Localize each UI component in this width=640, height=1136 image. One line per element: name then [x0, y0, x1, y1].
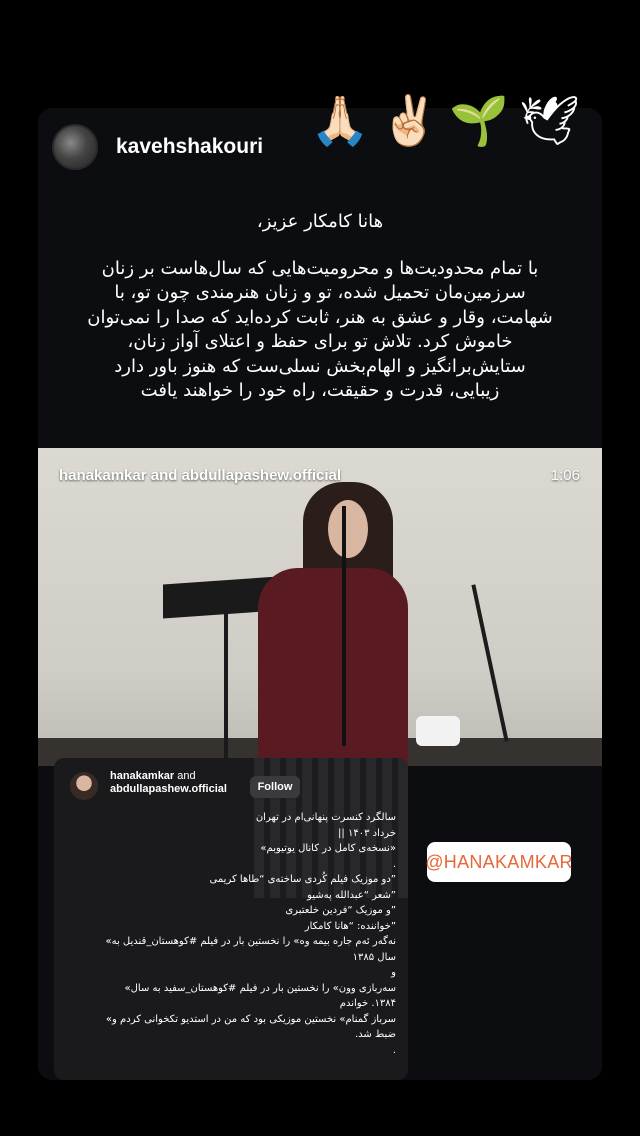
video-player[interactable] — [38, 448, 602, 766]
caption-greeting: هانا کامکار عزیز، — [256, 211, 384, 232]
emoji-sticker-row: 🙏🏻 ✌🏻 🌱 🕊 — [310, 86, 580, 156]
post-caption-line: ضبط شد. — [355, 1029, 396, 1040]
caption-line: با تمام محدودیت‌ها و محرومیت‌هایی که سال… — [101, 257, 539, 279]
post-caption-line: «نسخه‌ی کامل در کانال یوتیوبم» — [260, 843, 396, 854]
story-username[interactable]: kavehshakouri — [116, 135, 263, 159]
caption-line: ستایش‌برانگیز و الهام‌بخش نسلی‌ست که هنو… — [114, 355, 526, 377]
story-header: kavehshakouri — [52, 123, 263, 171]
singer-body — [258, 568, 408, 766]
post-user-primary: hanakamkar — [110, 770, 175, 782]
dove-emoji: 🕊 — [519, 93, 580, 149]
shared-post-card[interactable]: hanakamkar and abdullapashew.official Fo… — [54, 758, 408, 1080]
caption-line: شهامت، وقار و عشق به هنر، ثابت کرده‌اید … — [87, 306, 553, 328]
post-caption-line: سەربازی وون» را نخستین بار در فیلم #کوهس… — [124, 982, 396, 994]
microphone-stand — [342, 506, 346, 746]
post-user-and: and — [174, 770, 196, 782]
seedling-emoji: 🌱 — [449, 93, 510, 149]
mention-sticker[interactable]: @HANAKAMKAR — [425, 842, 573, 882]
post-caption-line: . — [392, 858, 396, 870]
post-caption: سالگرد کنسرت پنهانی‌ام در تهران خرداد ۱۴… — [66, 810, 396, 1058]
victory-hand-emoji: ✌🏻 — [379, 93, 440, 149]
post-usernames[interactable]: hanakamkar and abdullapashew.official — [110, 770, 250, 796]
post-caption-line: نەگەر ئەم جارە بیمە وە» را نخستین بار در… — [105, 936, 396, 947]
post-caption-line: ”دو موزیک فیلم کُردی ساخته‌ی “طاها کریمی — [209, 874, 396, 885]
video-usernames[interactable]: hanakamkar and abdullapashew.official — [59, 467, 341, 484]
post-caption-line: ۱۳۸۴. خواندم — [339, 998, 396, 1009]
music-stand-pole — [224, 608, 228, 758]
instrument-mic-stand — [471, 584, 509, 742]
tissue-box — [416, 716, 460, 746]
post-caption-line: و — [391, 967, 396, 978]
singer-face — [328, 500, 368, 558]
folded-hands-emoji: 🙏🏻 — [310, 93, 370, 149]
post-caption-line: ”و موزیک “فردین خلعتبری — [285, 905, 396, 916]
avatar[interactable] — [52, 124, 98, 170]
story-caption: هانا کامکار عزیز، با تمام محدودیت‌ها و م… — [60, 210, 580, 404]
caption-line: زیبایی، قدرت و حقیقت، راه خود را خواهند … — [140, 380, 500, 401]
post-caption-line: ”خواننده: “هانا کامکار — [304, 920, 396, 932]
post-caption-line: سرباز گمنام» نخستین موزیکی بود که من در … — [105, 1013, 396, 1025]
post-caption-line: ”شعر “عبدالله پەشیو — [307, 889, 396, 901]
post-caption-line: خرداد ۱۴۰۳ || — [338, 827, 396, 839]
follow-button[interactable]: Follow — [250, 776, 300, 798]
video-duration: 1:06 — [550, 467, 580, 484]
post-caption-line: . — [392, 1044, 396, 1056]
post-caption-line: سال ۱۳۸۵ — [352, 951, 396, 963]
post-avatar[interactable] — [70, 772, 98, 800]
caption-line: خاموش کرد. تلاش تو برای حفظ و اعتلای آوا… — [127, 331, 513, 352]
caption-line: سرزمین‌مان تحمیل شده، تو و زنان هنرمندی … — [114, 282, 526, 303]
post-user-secondary: abdullapashew.official — [110, 783, 227, 795]
post-caption-line: سالگرد کنسرت پنهانی‌ام در تهران — [255, 812, 396, 823]
